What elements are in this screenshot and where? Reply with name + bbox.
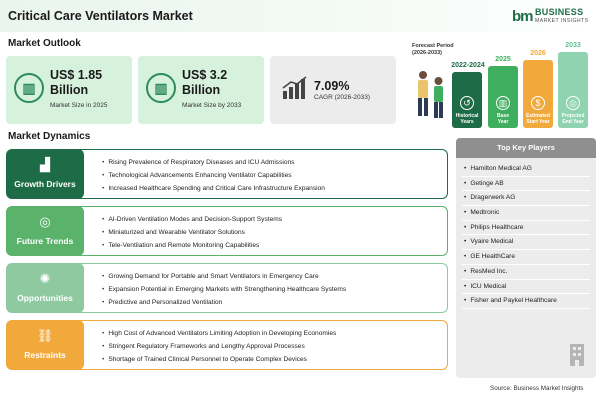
forecast-bar-label: Estimated Start Year [526,113,550,125]
key-players-heading: Top Key Players [456,138,596,158]
dynamics-points-box: High Cost of Advanced Ventilators Limiti… [78,320,448,370]
list-item: Tele-Ventilation and Remote Monitoring C… [102,239,282,252]
lightbulb-icon: ✺ [39,271,51,286]
list-item: High Cost of Advanced Ventilators Limiti… [102,327,336,340]
kpi-value: 7.09% [314,79,350,93]
kpi-caption: Market Size in 2025 [50,102,108,109]
kpi-caption: Market Size by 2033 [182,102,242,109]
forecast-bar-label: Projected End Year [561,113,585,125]
kpi-cagr: 7.09% CAGR (2026-2033) [270,56,396,124]
list-item: ICU Medical [462,280,590,295]
trend-icon [280,73,310,103]
forecast-bar-projected: ◎ Projected End Year [558,52,588,128]
kpi-value: US$ 3.2 Billion [182,68,228,97]
list-item: Getinge AB [462,177,590,192]
source-note: Source: Business Market Insights [490,385,584,392]
dynamics-tag-label: Future Trends [16,236,74,246]
list-item: ResMed Inc. [462,265,590,280]
chart-icon: ▥ [146,73,176,103]
list-item: Increased Healthcare Spending and Critic… [102,182,325,195]
page-title: Critical Care Ventilators Market [8,9,193,23]
history-icon: ↺ [460,96,474,110]
restraint-icon: ⛓ [36,328,54,343]
list-item: Expansion Potential in Emerging Markets … [102,283,346,296]
dynamics-tag: ▟ Growth Drivers [6,149,84,199]
list-item: Philips Healthcare [462,221,590,236]
target-icon: ◎ [566,96,580,110]
market-outlook-heading: Market Outlook [8,38,81,49]
market-dynamics-heading: Market Dynamics [8,131,91,142]
kpi-caption: CAGR (2026-2033) [314,94,370,101]
dynamics-points-box: Growing Demand for Portable and Smart Ve… [78,263,448,313]
list-item: Dragerwerk AG [462,191,590,207]
kpi-market-size-2025: ▥ US$ 1.85 Billion Market Size in 2025 [6,56,132,124]
target-icon: ◎ [39,214,51,229]
logo-name: BUSINESS [535,7,584,17]
forecast-bar-historical: ↺ Historical Years [452,72,482,128]
forecast-year-projected: 2033 [565,42,581,49]
kpi-market-size-2033: ▥ US$ 3.2 Billion Market Size by 2033 [138,56,264,124]
key-players-panel: Top Key Players Hamilton Medical AG Geti… [456,138,596,378]
list-item: Medtronic [462,206,590,221]
logo-mark: bm [512,8,533,25]
list-item: Vyaire Medical [462,235,590,251]
list-item: Stringent Regulatory Frameworks and Leng… [102,340,336,353]
dynamics-row-restraints: High Cost of Advanced Ventilators Limiti… [6,320,448,370]
list-item: Rising Prevalence of Respiratory Disease… [102,156,325,169]
list-item: Miniaturized and Wearable Ventilator Sol… [102,226,282,239]
list-item: Predictive and Personalized Ventilation [102,296,346,309]
people-illustration-icon [418,71,443,118]
list-item: Shortage of Trained Clinical Personnel t… [102,353,336,366]
building-icon [570,344,584,366]
forecast-year-base: 2025 [495,56,511,63]
forecast-label-line1: Forecast Period [412,43,454,49]
chart-icon: ▥ [14,73,44,103]
dynamics-tag: ⛓ Restraints [6,320,84,370]
forecast-label-line2: (2026-2033) [412,50,442,56]
forecast-year-historical: 2022-2024 [451,62,485,69]
chart-icon: ▥ [496,96,510,110]
list-item: AI-Driven Ventilation Modes and Decision… [102,213,282,226]
dynamics-points-box: AI-Driven Ventilation Modes and Decision… [78,206,448,256]
dynamics-tag: ✺ Opportunities [6,263,84,313]
forecast-timeline: Forecast Period (2026-2033) 2022-2024 ↺ … [404,38,594,130]
dynamics-points-box: Rising Prevalence of Respiratory Disease… [78,149,448,199]
forecast-year-estimated: 2026 [530,50,546,57]
dynamics-tag: ◎ Future Trends [6,206,84,256]
brand-logo: bm BUSINESS MARKET INSIGHTS [512,6,598,28]
dynamics-row-future-trends: AI-Driven Ventilation Modes and Decision… [6,206,448,256]
forecast-bar-estimated: $ Estimated Start Year [523,60,553,128]
dynamics-tag-label: Opportunities [17,293,73,303]
list-item: Growing Demand for Portable and Smart Ve… [102,270,346,283]
forecast-bar-label: Historical Years [455,113,479,125]
forecast-bar-label: Base Year [497,113,509,125]
dynamics-tag-label: Restraints [24,350,66,360]
dynamics-row-opportunities: Growing Demand for Portable and Smart Ve… [6,263,448,313]
list-item: Hamilton Medical AG [462,162,590,177]
forecast-bar-base: ▥ Base Year [488,66,518,128]
header-bar: Critical Care Ventilators Market bm BUSI… [0,0,600,32]
list-item: Technological Advancements Enhancing Ven… [102,169,325,182]
dynamics-row-growth-drivers: Rising Prevalence of Respiratory Disease… [6,149,448,199]
kpi-value: US$ 1.85 Billion [50,68,103,97]
dynamics-tag-label: Growth Drivers [14,179,76,189]
list-item: GE HealthCare [462,250,590,265]
forecast-period-label: Forecast Period (2026-2033) [412,43,454,57]
list-item: Fisher and Paykel Healthcare [462,294,590,309]
dollar-chart-icon: $ [531,96,545,110]
logo-tagline: MARKET INSIGHTS [535,18,589,24]
bar-chart-icon: ▟ [40,157,50,172]
